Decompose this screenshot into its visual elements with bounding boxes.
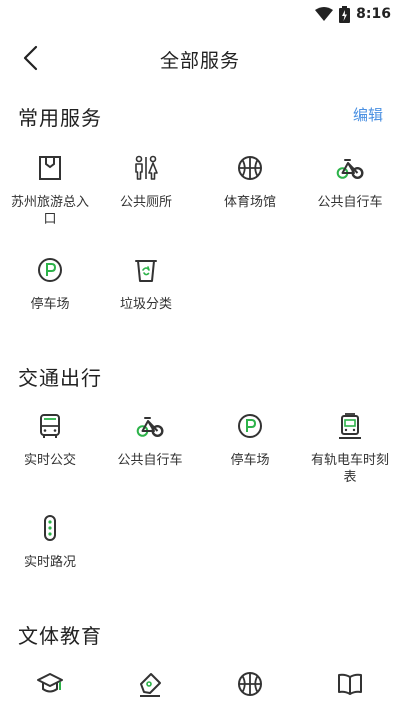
nav-bar: 全部服务	[0, 36, 400, 80]
service-item-label: 苏州旅游总入口	[10, 195, 89, 227]
traffic-light-icon	[44, 515, 56, 541]
service-item-realtime-bus[interactable]: 实时公交	[2, 412, 98, 469]
trash-icon	[135, 260, 157, 282]
service-item-realtime-traffic[interactable]: 实时路况	[2, 514, 98, 571]
pen-icon	[140, 673, 161, 697]
service-item-label: 体育场馆	[223, 195, 276, 210]
bicycle-icon	[336, 159, 364, 180]
service-item-sports[interactable]	[202, 670, 298, 698]
service-item-education[interactable]	[2, 670, 98, 698]
edit-button[interactable]: 编辑	[353, 104, 383, 125]
service-item-label: 有轨电车时刻表	[310, 453, 389, 485]
service-item-tourism-portal[interactable]: 苏州旅游总入口	[2, 154, 98, 228]
bicycle-icon	[136, 417, 164, 438]
service-item-label: 公共厕所	[119, 195, 172, 210]
service-item-library[interactable]	[302, 670, 398, 698]
portal-icon	[39, 156, 61, 180]
page-title: 全部服务	[159, 50, 240, 72]
section-title-culture: 文体教育	[18, 624, 102, 648]
service-item-public-toilet[interactable]: 公共厕所	[98, 154, 194, 211]
basketball-icon	[238, 672, 262, 696]
parking-icon	[38, 258, 62, 282]
wifi-icon	[315, 7, 334, 21]
service-item-parking-transport[interactable]: 停车场	[202, 412, 298, 469]
battery-icon	[339, 5, 351, 23]
service-item-label: 实时公交	[23, 453, 76, 468]
service-item-public-bike[interactable]: 公共自行车	[302, 154, 398, 211]
service-item-stadium[interactable]: 体育场馆	[202, 154, 298, 211]
service-item-label: 实时路况	[23, 555, 76, 570]
service-item-public-bike-transport[interactable]: 公共自行车	[102, 412, 198, 469]
service-item-label: 公共自行车	[317, 195, 383, 210]
status-bar: 8:16	[0, 0, 400, 28]
service-item-parking[interactable]: 停车场	[2, 256, 98, 313]
section-title-common: 常用服务	[18, 106, 102, 130]
basketball-icon	[238, 156, 262, 180]
service-item-label: 公共自行车	[117, 453, 183, 468]
bus-icon	[40, 414, 60, 438]
book-icon	[338, 673, 362, 695]
toilet-icon	[135, 155, 158, 180]
service-item-label: 垃圾分类	[119, 297, 172, 312]
graduation-cap-icon	[37, 673, 63, 693]
service-item-label: 停车场	[230, 453, 270, 468]
service-item-waste-sorting[interactable]: 垃圾分类	[98, 256, 194, 313]
status-time: 8:16	[356, 6, 391, 22]
service-item-pen[interactable]	[102, 670, 198, 698]
service-item-label: 停车场	[30, 297, 70, 312]
status-icons: 8:16	[315, 4, 391, 24]
tram-icon	[339, 413, 361, 439]
parking-icon	[238, 414, 262, 438]
service-item-tram-timetable[interactable]: 有轨电车时刻表	[302, 412, 398, 486]
section-title-transport: 交通出行	[18, 366, 102, 390]
